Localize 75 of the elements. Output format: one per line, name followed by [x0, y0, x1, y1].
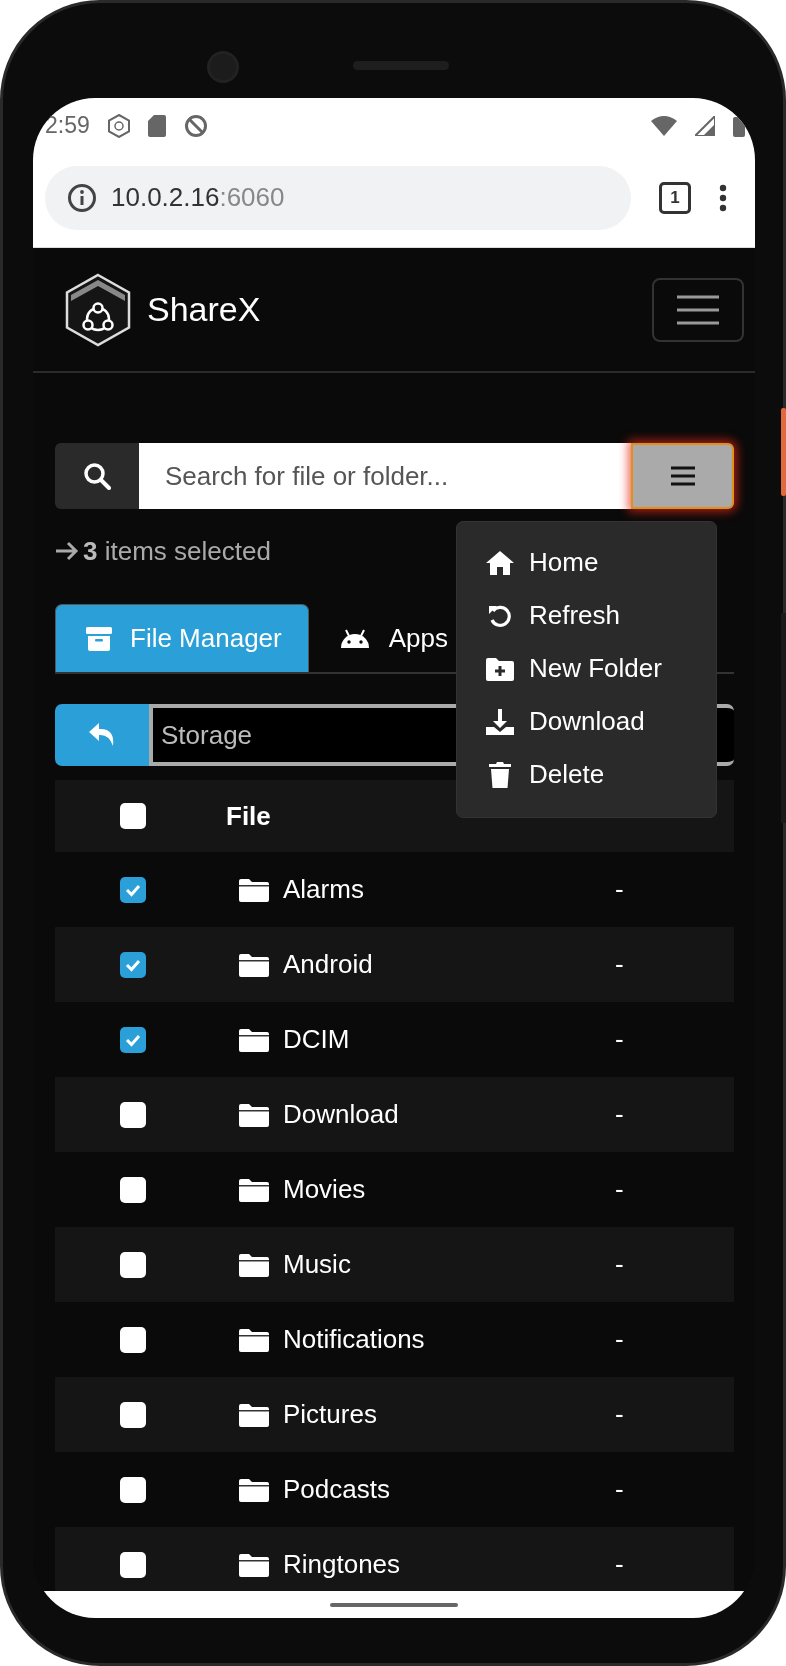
folder-icon — [239, 1252, 269, 1277]
battery-icon — [733, 114, 745, 137]
folder-name[interactable]: Movies — [283, 1174, 366, 1205]
size-cell: - — [615, 1399, 624, 1429]
menu-button[interactable] — [631, 443, 734, 509]
signal-icon — [695, 115, 715, 136]
checkbox[interactable] — [120, 803, 146, 829]
size-cell: - — [615, 1174, 624, 1204]
menu-toggle-button[interactable] — [652, 277, 744, 342]
folder-icon — [239, 877, 269, 902]
checkbox[interactable] — [120, 876, 146, 903]
search-icon — [83, 462, 111, 490]
folder-icon — [239, 1102, 269, 1127]
folder-icon — [239, 1552, 269, 1577]
sd-card-icon — [147, 114, 166, 137]
menu-item[interactable]: Home — [457, 536, 716, 589]
folder-icon — [239, 1402, 269, 1427]
brand-name[interactable]: ShareX — [147, 290, 652, 329]
trash-icon — [488, 760, 512, 789]
more-icon[interactable] — [719, 183, 727, 212]
folder-name[interactable]: DCIM — [283, 1024, 350, 1055]
status-time: 2:59 — [45, 112, 90, 139]
menu-icon — [670, 466, 695, 486]
checkbox[interactable] — [120, 951, 146, 978]
size-cell: - — [615, 874, 624, 904]
folder-name[interactable]: Alarms — [283, 874, 364, 905]
checkbox[interactable] — [120, 1476, 146, 1503]
reply-arrow-icon — [88, 722, 116, 748]
column-header[interactable]: File — [226, 800, 271, 832]
checkbox[interactable] — [120, 1551, 146, 1578]
folder-name[interactable]: Ringtones — [283, 1549, 401, 1580]
info-icon — [67, 182, 97, 213]
folder-name[interactable]: Pictures — [283, 1399, 377, 1430]
search-button[interactable] — [55, 443, 139, 509]
gesture-handle[interactable] — [330, 1602, 458, 1607]
folder-icon — [239, 1177, 269, 1202]
folder-name[interactable]: Android — [283, 949, 373, 980]
size-cell: - — [615, 1024, 624, 1054]
android-icon — [338, 628, 371, 648]
url-text: 10.0.2.16:6060 — [111, 182, 285, 213]
size-cell: - — [615, 1324, 624, 1354]
folder-icon — [239, 1327, 269, 1352]
back-button[interactable] — [55, 704, 149, 766]
folder-name[interactable]: Notifications — [283, 1324, 425, 1355]
checkbox[interactable] — [120, 1026, 146, 1053]
size-cell: - — [615, 1549, 624, 1579]
wifi-icon — [651, 115, 677, 136]
checkbox[interactable] — [120, 1251, 146, 1278]
folder-name[interactable]: Download — [283, 1099, 399, 1130]
home-icon — [485, 549, 515, 576]
size-cell: - — [615, 1474, 624, 1504]
download-icon — [486, 707, 514, 736]
address-bar[interactable]: 10.0.2.16:6060 — [45, 165, 631, 230]
checkbox[interactable] — [120, 1101, 146, 1128]
folder-name[interactable]: Podcasts — [283, 1474, 390, 1505]
archive-box-icon — [86, 626, 112, 651]
folder-icon — [239, 952, 269, 977]
circle-slash-icon — [183, 113, 208, 138]
selection-count: 3 items selected — [83, 535, 271, 567]
checkbox[interactable] — [120, 1176, 146, 1203]
search-field[interactable]: Search for file or folder... — [139, 443, 631, 509]
arrow-right-icon — [55, 541, 79, 561]
folder-plus-icon — [486, 656, 514, 681]
folder-icon — [239, 1477, 269, 1502]
tab-count-button[interactable]: 1 — [659, 181, 691, 214]
checkbox[interactable] — [120, 1326, 146, 1353]
hexagon-icon — [107, 113, 130, 138]
sharex-logo-icon — [65, 272, 131, 347]
folder-name[interactable]: Music — [283, 1249, 351, 1280]
size-cell: - — [615, 1099, 624, 1129]
folder-icon — [239, 1027, 269, 1052]
size-cell: - — [615, 949, 624, 979]
menu-icon — [677, 294, 719, 325]
checkbox[interactable] — [120, 1401, 146, 1428]
size-cell: - — [615, 1249, 624, 1279]
